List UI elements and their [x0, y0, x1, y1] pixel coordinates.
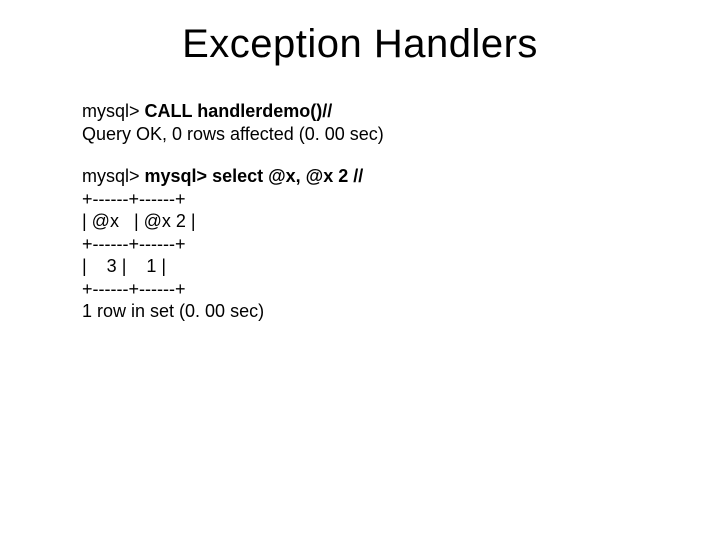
table-border: +------+------+ — [82, 233, 660, 256]
table-border: +------+------+ — [82, 188, 660, 211]
call-line: mysql> CALL handlerdemo()// — [82, 100, 660, 123]
result-summary: 1 row in set (0. 00 sec) — [82, 300, 660, 323]
table-row: | 3 | 1 | — [82, 255, 660, 278]
table-border: +------+------+ — [82, 278, 660, 301]
table-header: | @x | @x 2 | — [82, 210, 660, 233]
select-line: mysql> mysql> select @x, @x 2 // — [82, 165, 660, 188]
call-command: CALL handlerdemo()// — [145, 101, 333, 121]
select-command: mysql> select @x, @x 2 // — [145, 166, 364, 186]
slide-title: Exception Handlers — [0, 22, 720, 67]
block-call: mysql> CALL handlerdemo()// Query OK, 0 … — [82, 100, 660, 145]
prompt: mysql> — [82, 166, 145, 186]
query-ok-line: Query OK, 0 rows affected (0. 00 sec) — [82, 123, 660, 146]
prompt: mysql> — [82, 101, 145, 121]
slide: Exception Handlers mysql> CALL handlerde… — [0, 0, 720, 540]
block-select: mysql> mysql> select @x, @x 2 // +------… — [82, 165, 660, 323]
slide-body: mysql> CALL handlerdemo()// Query OK, 0 … — [82, 100, 660, 343]
